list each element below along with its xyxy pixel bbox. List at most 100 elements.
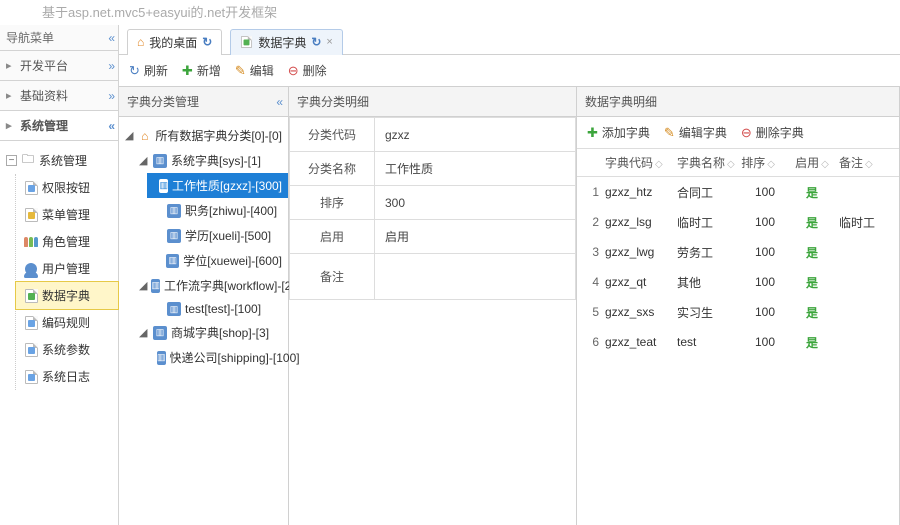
tree-group[interactable]: ◢▥商城字典[shop]-[3] bbox=[137, 320, 284, 345]
accordion-sys-mgmt[interactable]: ▸ 系统管理 « bbox=[0, 111, 118, 141]
panels-row: 字典分类管理 « ◢ ⌂ 所有数据字典分类[0]-[0] ◢▥系统字典[sys]… bbox=[119, 87, 900, 525]
expand-icon: ▸ bbox=[6, 89, 16, 102]
table-row[interactable]: 3gzxz_lwg劳务工100是 bbox=[577, 237, 899, 267]
accordion-dev-platform[interactable]: ▸ 开发平台 » bbox=[0, 51, 118, 81]
cell-sort: 100 bbox=[741, 245, 791, 259]
tree-leaf[interactable]: ▥学历[xueli]-[500] bbox=[151, 223, 284, 248]
table-row[interactable]: 4gzxz_qt其他100是 bbox=[577, 267, 899, 297]
collapse-toggle-icon[interactable]: ◢ bbox=[139, 154, 149, 167]
collapse-toggle-icon[interactable]: ◢ bbox=[139, 279, 147, 292]
tabs-bar: ⌂ 我的桌面 ↻ 数据字典 ↻ × bbox=[119, 25, 900, 55]
sort-icon: ◇ bbox=[865, 159, 873, 170]
accordion-label: 系统管理 bbox=[20, 117, 68, 134]
add-dict-button[interactable]: ✚添加字典 bbox=[587, 124, 650, 141]
cell-enable: 是 bbox=[791, 214, 833, 231]
cell-enable: 是 bbox=[791, 184, 833, 201]
field-label: 启用 bbox=[290, 220, 375, 254]
box-icon: ▥ bbox=[153, 154, 167, 168]
sidebar-item[interactable]: 系统日志 bbox=[16, 363, 118, 390]
sidebar-item[interactable]: 系统参数 bbox=[16, 336, 118, 363]
main-toolbar: ↻刷新 ✚新增 ✎编辑 ⊖删除 bbox=[119, 55, 900, 87]
tab-home[interactable]: ⌂ 我的桌面 ↻ bbox=[127, 29, 222, 55]
tree-leaf-label: 学历[xueli]-[500] bbox=[185, 227, 271, 244]
sort-icon: ◇ bbox=[821, 159, 829, 170]
people-icon bbox=[24, 235, 38, 249]
edit-dict-button[interactable]: ✎编辑字典 bbox=[664, 124, 727, 141]
table-row[interactable]: 1gzxz_htz合同工100是 bbox=[577, 177, 899, 207]
tree-root-label: 系统管理 bbox=[39, 152, 87, 169]
col-code[interactable]: 字典代码◇ bbox=[605, 154, 677, 171]
sidebar-item[interactable]: 角色管理 bbox=[16, 228, 118, 255]
tree-leaf[interactable]: ▥快递公司[shipping]-[100] bbox=[151, 345, 284, 370]
sidebar-item-label: 菜单管理 bbox=[42, 206, 90, 223]
collapse-icon[interactable]: « bbox=[108, 31, 112, 45]
home-icon: ⌂ bbox=[137, 35, 144, 49]
tree-group[interactable]: ◢▥系统字典[sys]-[1] bbox=[137, 148, 284, 173]
sys-tree-root[interactable]: − 🗀 系统管理 bbox=[2, 147, 118, 174]
cell-enable: 是 bbox=[791, 274, 833, 291]
table-row[interactable]: 6gzxz_teattest100是 bbox=[577, 327, 899, 357]
col-enable[interactable]: 启用◇ bbox=[791, 154, 833, 171]
table-row[interactable]: 2gzxz_lsg临时工100是临时工 bbox=[577, 207, 899, 237]
grid-body: 1gzxz_htz合同工100是2gzxz_lsg临时工100是临时工3gzxz… bbox=[577, 177, 899, 357]
refresh-button[interactable]: ↻刷新 bbox=[129, 62, 168, 79]
page-icon bbox=[24, 316, 38, 330]
refresh-icon: ↻ bbox=[129, 63, 140, 79]
accordion-label: 基础资料 bbox=[20, 87, 68, 104]
collapse-toggle-icon[interactable]: ◢ bbox=[125, 129, 134, 142]
col-remark[interactable]: 备注◇ bbox=[833, 154, 893, 171]
field-label: 排序 bbox=[290, 186, 375, 220]
sidebar-item[interactable]: 数据字典 bbox=[16, 282, 118, 309]
nav-header: 导航菜单 « bbox=[0, 25, 118, 51]
table-row[interactable]: 5gzxz_sxs实习生100是 bbox=[577, 297, 899, 327]
button-label: 新增 bbox=[197, 62, 221, 79]
collapse-toggle-icon[interactable]: − bbox=[6, 155, 17, 166]
sort-icon: ◇ bbox=[767, 159, 775, 170]
close-icon[interactable]: × bbox=[326, 36, 332, 48]
dict-grid-panel: 数据字典明细 ✚添加字典 ✎编辑字典 ⊖删除字典 字典代码◇ 字典名称◇ 排序◇… bbox=[577, 87, 900, 525]
refresh-icon[interactable]: ↻ bbox=[311, 35, 321, 49]
cell-index: 1 bbox=[583, 185, 605, 199]
cell-name: 临时工 bbox=[677, 214, 741, 231]
col-name[interactable]: 字典名称◇ bbox=[677, 154, 741, 171]
tree-leaf[interactable]: ▥工作性质[gzxz]-[300] bbox=[147, 173, 288, 198]
button-label: 删除字典 bbox=[756, 124, 804, 141]
tree-leaf[interactable]: ▥职务[zhiwu]-[400] bbox=[151, 198, 284, 223]
cell-name: 劳务工 bbox=[677, 244, 741, 261]
tree-leaf[interactable]: ▥test[test]-[100] bbox=[151, 298, 284, 320]
box-icon: ▥ bbox=[167, 204, 181, 218]
tab-data-dict[interactable]: 数据字典 ↻ × bbox=[230, 29, 343, 55]
tree-leaf-label: 快递公司[shipping]-[100] bbox=[170, 349, 300, 366]
minus-icon: ⊖ bbox=[288, 63, 299, 79]
delete-button[interactable]: ⊖删除 bbox=[288, 62, 327, 79]
sidebar-item[interactable]: 编码规则 bbox=[16, 309, 118, 336]
page-icon bbox=[24, 208, 38, 222]
category-detail-panel: 字典分类明细 分类代码gzxz 分类名称工作性质 排序300 启用启用 备注 bbox=[289, 87, 577, 525]
sidebar-item[interactable]: 权限按钮 bbox=[16, 174, 118, 201]
tree-root[interactable]: ◢ ⌂ 所有数据字典分类[0]-[0] bbox=[123, 123, 284, 148]
collapse-toggle-icon[interactable]: ◢ bbox=[139, 326, 149, 339]
col-sort[interactable]: 排序◇ bbox=[741, 154, 791, 171]
button-label: 删除 bbox=[303, 62, 327, 79]
cell-name: 合同工 bbox=[677, 184, 741, 201]
refresh-icon[interactable]: ↻ bbox=[202, 35, 212, 49]
delete-dict-button[interactable]: ⊖删除字典 bbox=[741, 124, 804, 141]
tree-leaf[interactable]: ▥学位[xuewei]-[600] bbox=[151, 248, 284, 273]
panel-title: 字典分类明细 bbox=[297, 93, 369, 110]
sidebar-item[interactable]: 用户管理 bbox=[16, 255, 118, 282]
cell-index: 3 bbox=[583, 245, 605, 259]
tree-leaf-label: 学位[xuewei]-[600] bbox=[183, 252, 282, 269]
app-title: 基于asp.net.mvc5+easyui的.net开发框架 bbox=[0, 0, 900, 25]
add-button[interactable]: ✚新增 bbox=[182, 62, 221, 79]
cell-name: test bbox=[677, 335, 741, 349]
tree-group[interactable]: ◢▥工作流字典[workflow]-[2] bbox=[137, 273, 284, 298]
edit-button[interactable]: ✎编辑 bbox=[235, 62, 274, 79]
tree-group-label: 商城字典[shop]-[3] bbox=[171, 324, 269, 341]
sidebar-item[interactable]: 菜单管理 bbox=[16, 201, 118, 228]
panel-header: 字典分类管理 « bbox=[119, 87, 288, 117]
accordion-base-data[interactable]: ▸ 基础资料 » bbox=[0, 81, 118, 111]
panel-title: 数据字典明细 bbox=[585, 93, 657, 110]
field-label: 备注 bbox=[290, 254, 375, 300]
plus-icon: ✚ bbox=[182, 63, 193, 79]
collapse-icon[interactable]: « bbox=[276, 95, 280, 109]
